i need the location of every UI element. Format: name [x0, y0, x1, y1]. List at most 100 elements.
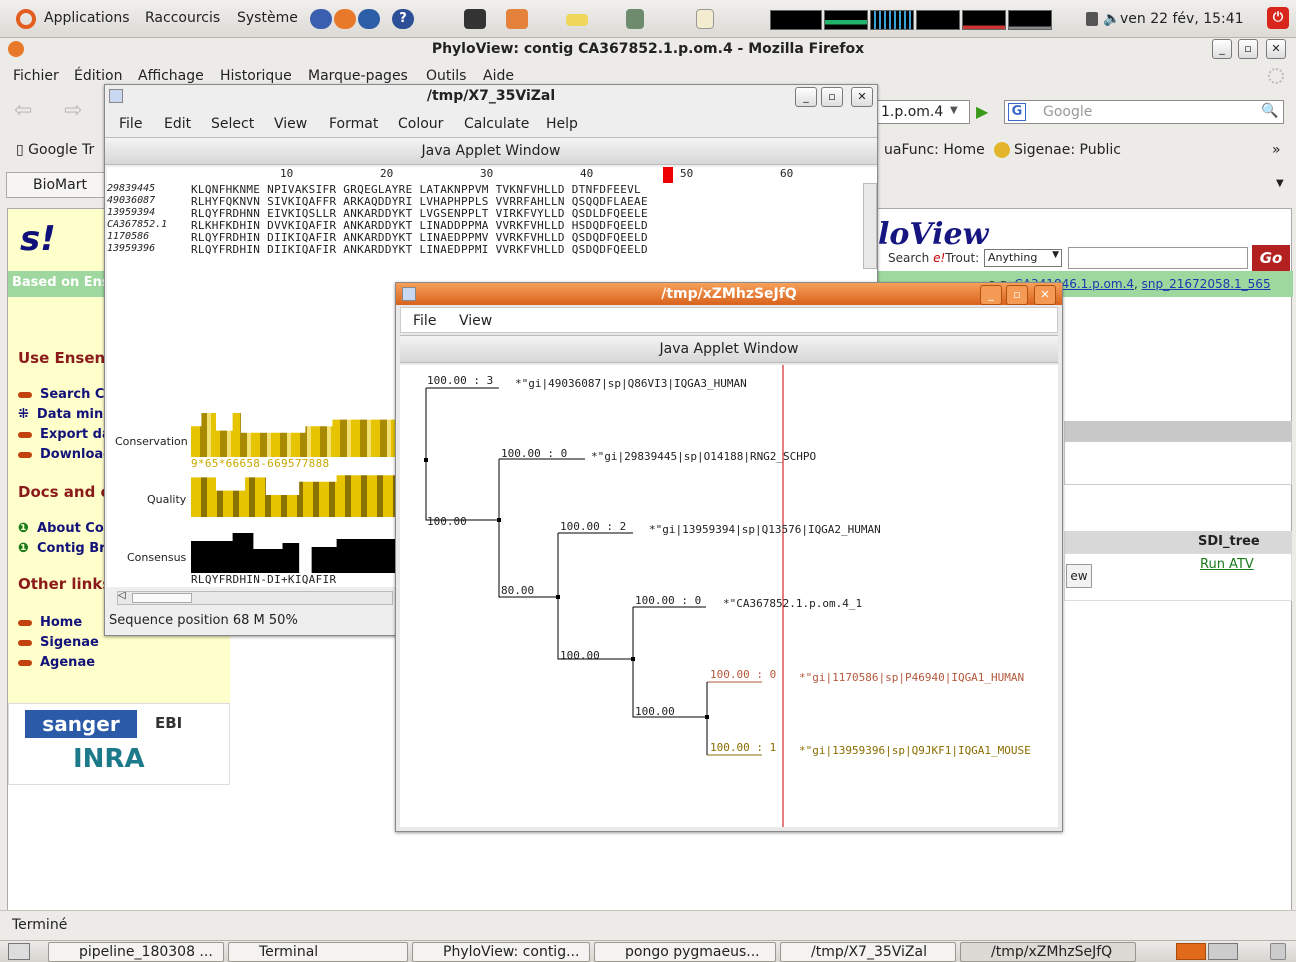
volume-icon[interactable]: 🔈 [1103, 11, 1120, 27]
applications-menu[interactable]: Applications [44, 10, 130, 26]
raccourcis-menu[interactable]: Raccourcis [145, 10, 220, 26]
maximize-button[interactable]: ▫ [1238, 39, 1258, 59]
menu-fichier[interactable]: Fichier [13, 68, 59, 84]
task-align-window[interactable]: /tmp/X7_35ViZal [780, 942, 956, 962]
sidebar-link-agenae[interactable]: Agenae [18, 655, 95, 670]
notes-launcher-icon[interactable] [696, 9, 714, 29]
search-scope-select[interactable]: Anything ▼ [984, 249, 1062, 267]
firefox-launcher-icon[interactable] [334, 9, 356, 29]
google-engine-icon[interactable]: G [1008, 103, 1026, 121]
tab-biomart[interactable]: BioMart [6, 172, 106, 198]
terminal-launcher-icon[interactable] [464, 9, 486, 29]
tree-menu-file[interactable]: File [413, 313, 436, 329]
folder-launcher-icon[interactable] [566, 14, 588, 26]
sequence-residues[interactable]: RLQYFRDHIN DIIKIQAFIR ANKARDDYKT LINAEDP… [191, 243, 648, 256]
close-button[interactable]: ✕ [1266, 39, 1286, 59]
align-menu-calculate[interactable]: Calculate [464, 116, 529, 132]
sequence-name[interactable]: 49036087 [107, 195, 155, 206]
sidebar-link-sigenae[interactable]: Sigenae [18, 635, 99, 650]
minimize-button[interactable]: _ [1212, 39, 1232, 59]
task-pipeline[interactable]: pipeline_180308 ... [48, 942, 224, 962]
go-button[interactable]: Go [1252, 245, 1290, 271]
workspace-2[interactable] [1208, 943, 1238, 960]
alignment-hscroll[interactable]: ◁ [117, 590, 393, 605]
search-magnifier-icon[interactable]: 🔍 [1261, 103, 1278, 119]
tree-leaf-5[interactable]: *"gi|1170586|sp|P46940|IQGA1_HUMAN [799, 671, 1024, 684]
tree-menu-view[interactable]: View [459, 313, 492, 329]
sequence-name[interactable]: 13959394 [107, 207, 155, 218]
network-icon[interactable] [310, 9, 332, 29]
show-desktop-icon[interactable] [8, 943, 30, 960]
hscroll-thumb[interactable] [132, 593, 192, 603]
sidebar-link-data-mining[interactable]: ⁜ Data minin [18, 407, 117, 422]
alignment-vscroll[interactable] [863, 183, 877, 269]
tree-minimize-button[interactable]: _ [980, 285, 1002, 305]
menu-outils[interactable]: Outils [426, 68, 466, 84]
thunderbird-launcher-icon[interactable] [358, 9, 380, 29]
search-box[interactable]: G Google 🔍 [1004, 100, 1284, 124]
align-maximize-button[interactable]: ▫ [821, 87, 843, 107]
sidebar-link-about[interactable]: ❶ About Cor [18, 521, 110, 536]
bookmark-uafunc[interactable]: uaFunc: Home [884, 142, 985, 158]
back-button[interactable]: ⇦ [14, 98, 32, 123]
sequence-name[interactable]: 29839445 [107, 183, 155, 194]
sidebar-link-home[interactable]: Home [18, 615, 82, 630]
inra-logo[interactable]: INRA [73, 744, 145, 774]
site-search-input[interactable] [1068, 247, 1248, 269]
task-terminal[interactable]: Terminal [228, 942, 408, 962]
ubuntu-logo-icon[interactable] [16, 9, 36, 29]
align-minimize-button[interactable]: _ [795, 87, 817, 107]
task-phyloview[interactable]: PhyloView: contig... [412, 942, 590, 962]
example-link-2[interactable]: snp_21672058.1_565 [1142, 277, 1271, 291]
menu-marque-pages[interactable]: Marque-pages [308, 68, 408, 84]
ebi-logo[interactable]: EBI [155, 714, 182, 732]
systeme-menu[interactable]: Système [237, 10, 298, 26]
align-menu-edit[interactable]: Edit [164, 116, 191, 132]
align-menu-colour[interactable]: Colour [398, 116, 443, 132]
tree-close-button[interactable]: ✕ [1034, 285, 1056, 305]
sidebar-link-search[interactable]: Search Co [18, 387, 113, 402]
align-menu-help[interactable]: Help [546, 116, 578, 132]
menu-aide[interactable]: Aide [483, 68, 514, 84]
bookmarks-overflow-icon[interactable]: » [1272, 142, 1281, 158]
tab-list-icon[interactable]: ▼ [1276, 178, 1284, 189]
task-pongo[interactable]: pongo pygmaeus... [594, 942, 776, 962]
url-dropdown-icon[interactable]: ▼ [950, 105, 958, 116]
tree-leaf-3[interactable]: *"gi|13959394|sp|Q13576|IQGA2_HUMAN [649, 523, 881, 536]
align-close-button[interactable]: ✕ [851, 87, 873, 107]
tree-leaf-4[interactable]: *"CA367852.1.p.om.4_1 [723, 597, 862, 610]
site-logo[interactable]: s! [20, 219, 56, 259]
align-menu-view[interactable]: View [274, 116, 307, 132]
menu-historique[interactable]: Historique [220, 68, 292, 84]
editor-launcher-icon[interactable] [506, 9, 528, 29]
hscroll-left-icon[interactable]: ◁ [118, 590, 126, 601]
run-atv-link[interactable]: Run ATV [1200, 557, 1254, 572]
tree-leaf-2[interactable]: *"gi|29839445|sp|O14188|RNG2_SCHPO [591, 450, 816, 463]
align-menu-select[interactable]: Select [211, 116, 254, 132]
task-tree-window[interactable]: /tmp/xZMhzSeJfQ [960, 942, 1136, 962]
tree-leaf-1[interactable]: *"gi|49036087|sp|Q86VI3|IQGA3_HUMAN [515, 377, 747, 390]
calculator-launcher-icon[interactable] [626, 9, 644, 29]
sequence-name[interactable]: 1170586 [107, 231, 149, 242]
sequence-name[interactable]: 13959396 [107, 243, 155, 254]
trash-icon[interactable] [1270, 943, 1286, 960]
sidebar-link-contig[interactable]: ❶ Contig Bro [18, 541, 115, 556]
tree-leaf-6[interactable]: *"gi|13959396|sp|Q9JKF1|IQGA1_MOUSE [799, 744, 1031, 757]
menu-edition[interactable]: Édition [74, 68, 122, 84]
forward-button[interactable]: ⇨ [64, 98, 82, 123]
align-menu-format[interactable]: Format [329, 116, 378, 132]
clock[interactable]: ven 22 fév, 15:41 [1120, 11, 1244, 27]
align-menu-file[interactable]: File [119, 116, 142, 132]
sidebar-link-export[interactable]: Export dat [18, 427, 117, 442]
menu-affichage[interactable]: Affichage [138, 68, 204, 84]
workspace-1[interactable] [1176, 943, 1206, 960]
sanger-logo[interactable]: sanger [25, 710, 137, 738]
help-icon[interactable]: ? [392, 9, 414, 29]
shutdown-icon[interactable]: ⏻ [1267, 7, 1289, 29]
go-arrow-icon[interactable]: ▶ [976, 102, 988, 121]
bookmark-sigenae[interactable]: Sigenae: Public [1014, 142, 1121, 158]
tree-maximize-button[interactable]: ▫ [1006, 285, 1028, 305]
bookmark-google-tr[interactable]: ▯ Google Tr [16, 142, 94, 158]
sidebar-link-download[interactable]: Download [18, 447, 112, 462]
view-button[interactable]: ew [1066, 564, 1092, 588]
